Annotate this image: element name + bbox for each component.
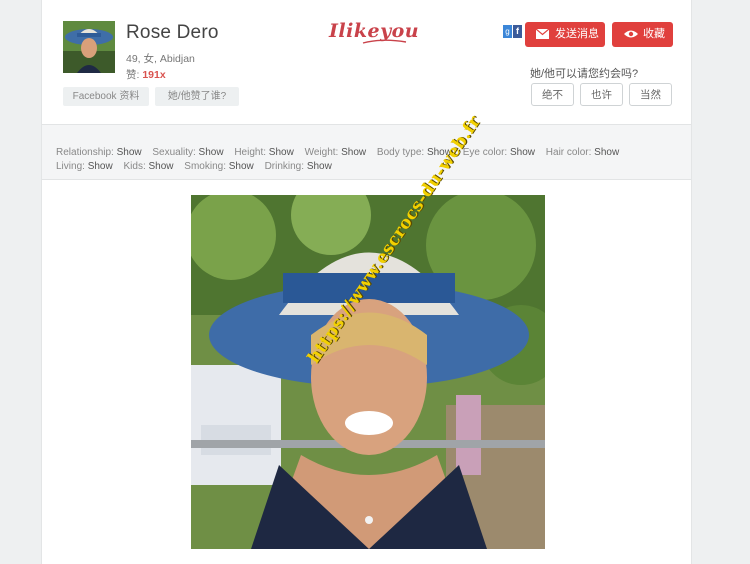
attribute-hair-color: Hair color: Show bbox=[546, 147, 619, 158]
date-question: 她/他可以请您约会吗? bbox=[530, 68, 639, 80]
likes-label: 赞: bbox=[126, 69, 140, 81]
facebook-profile-button[interactable]: Facebook 资料 bbox=[63, 87, 149, 106]
attribute-label: Eye color: bbox=[462, 147, 508, 158]
attribute-label: Living: bbox=[56, 161, 85, 172]
profile-header: Rose Dero 49, 女, Abidjan 赞: 191x Faceboo… bbox=[42, 0, 691, 125]
send-message-button[interactable]: 发送消息 bbox=[525, 22, 605, 47]
attribute-label: Smoking: bbox=[184, 161, 226, 172]
attribute-label: Weight: bbox=[304, 147, 339, 158]
attribute-show-link[interactable]: Show bbox=[199, 147, 224, 158]
profile-details: 49, 女, Abidjan bbox=[126, 53, 195, 65]
attribute-show-link[interactable]: Show bbox=[307, 161, 332, 172]
attributes-bar: Relationship: Show Sexuality: Show Heigh… bbox=[42, 125, 691, 180]
attribute-sexuality: Sexuality: Show bbox=[152, 147, 223, 158]
attribute-label: Hair color: bbox=[545, 147, 592, 158]
answer-yes-button[interactable]: 当然 bbox=[629, 83, 672, 106]
attribute-show-link[interactable]: Show bbox=[594, 147, 619, 158]
likes-count: 191x bbox=[142, 69, 166, 81]
profile-card: Rose Dero 49, 女, Abidjan 赞: 191x Faceboo… bbox=[41, 0, 692, 564]
attribute-relationship: Relationship: Show bbox=[56, 147, 142, 158]
profile-photo[interactable] bbox=[191, 195, 545, 549]
attribute-show-link[interactable]: Show bbox=[117, 147, 142, 158]
attribute-label: Sexuality: bbox=[152, 147, 196, 158]
send-message-label: 发送消息 bbox=[555, 28, 599, 40]
avatar[interactable] bbox=[63, 21, 115, 73]
favorite-label: 收藏 bbox=[643, 28, 665, 40]
social-share: g f bbox=[503, 25, 523, 38]
envelope-icon bbox=[536, 29, 549, 39]
attribute-smoking: Smoking: Show bbox=[184, 161, 253, 172]
answer-maybe-button[interactable]: 也许 bbox=[580, 83, 623, 106]
answer-never-button[interactable]: 绝不 bbox=[531, 83, 574, 106]
google-plus-icon[interactable]: g bbox=[503, 25, 512, 38]
attribute-label: Body type: bbox=[376, 147, 425, 158]
attribute-living: Living: Show bbox=[56, 161, 113, 172]
attribute-show-link[interactable]: Show bbox=[149, 161, 174, 172]
attribute-show-link[interactable]: Show bbox=[510, 147, 535, 158]
attribute-height: Height: Show bbox=[234, 147, 293, 158]
likes-summary: 赞: 191x bbox=[126, 67, 166, 82]
attribute-show-link[interactable]: Show bbox=[229, 161, 254, 172]
attribute-kids: Kids: Show bbox=[123, 161, 173, 172]
attribute-label: Relationship: bbox=[56, 147, 114, 158]
attribute-show-link[interactable]: Show bbox=[341, 147, 366, 158]
attribute-weight: Weight: Show bbox=[305, 147, 367, 158]
attribute-label: Drinking: bbox=[264, 161, 305, 172]
who-liked-button[interactable]: 她/他赞了谁? bbox=[155, 87, 239, 106]
facebook-icon[interactable]: f bbox=[513, 25, 522, 38]
attribute-label: Height: bbox=[234, 147, 267, 158]
attribute-show-link[interactable]: Show bbox=[269, 147, 294, 158]
attribute-show-link[interactable]: Show bbox=[88, 161, 113, 172]
attribute-drinking: Drinking: Show bbox=[265, 161, 332, 172]
eye-icon bbox=[624, 30, 638, 38]
logo-swash-icon bbox=[362, 39, 407, 44]
favorite-button[interactable]: 收藏 bbox=[612, 22, 673, 47]
attribute-label: Kids: bbox=[123, 161, 146, 172]
profile-name: Rose Dero bbox=[126, 22, 219, 43]
attribute-eye-color: Eye color: Show bbox=[463, 147, 535, 158]
